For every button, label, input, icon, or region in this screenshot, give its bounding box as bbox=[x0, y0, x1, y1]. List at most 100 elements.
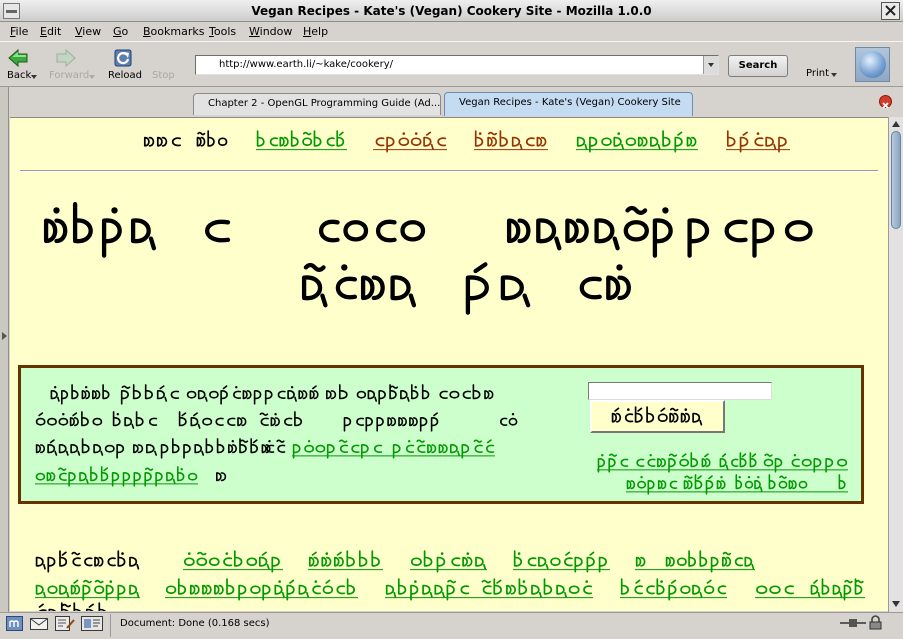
status-text: Document: Done (0.168 secs) bbox=[120, 618, 270, 629]
panel-text bbox=[326, 384, 348, 400]
scroll-down-icon[interactable] bbox=[890, 597, 902, 610]
recipe-search-button-label bbox=[611, 406, 703, 426]
back-label: Back bbox=[7, 70, 32, 81]
stop-label: Stop bbox=[152, 70, 175, 81]
close-tab-icon[interactable] bbox=[879, 95, 892, 109]
category-link[interactable] bbox=[513, 549, 610, 573]
menu-file[interactable]: File bbox=[10, 25, 28, 38]
back-arrow-icon bbox=[8, 48, 28, 68]
page-heading-word bbox=[301, 262, 417, 308]
panel-text bbox=[259, 411, 303, 427]
recipe-search-button[interactable] bbox=[590, 400, 725, 433]
menu-tools[interactable]: Tools bbox=[209, 25, 236, 38]
nav-text bbox=[196, 130, 228, 147]
navigator-icon[interactable] bbox=[6, 616, 23, 631]
panel-link[interactable] bbox=[626, 473, 848, 495]
panel-text bbox=[186, 385, 319, 405]
category-link[interactable] bbox=[385, 577, 593, 601]
page-heading-word bbox=[205, 219, 231, 243]
page-heading-word bbox=[687, 218, 813, 258]
forward-dropdown-icon[interactable] bbox=[89, 75, 95, 79]
category-link[interactable] bbox=[635, 549, 755, 573]
page-heading-word bbox=[43, 202, 157, 258]
print-button[interactable]: Print bbox=[800, 44, 844, 84]
panel-text bbox=[160, 438, 271, 459]
composer-icon[interactable] bbox=[55, 616, 75, 631]
menu-bookmarks[interactable]: Bookmarks bbox=[143, 25, 204, 38]
print-label: Print bbox=[806, 68, 830, 79]
mail-icon[interactable] bbox=[30, 616, 48, 631]
nav-link[interactable] bbox=[726, 129, 790, 153]
menu-view[interactable]: View bbox=[75, 25, 101, 38]
sidebar-grippy[interactable] bbox=[0, 87, 9, 612]
panel-text bbox=[35, 438, 125, 459]
nav-link[interactable] bbox=[256, 129, 347, 153]
panel-text bbox=[266, 439, 286, 453]
panel-text bbox=[216, 472, 227, 482]
scrollbar-thumb[interactable] bbox=[891, 131, 901, 229]
scroll-up-icon[interactable] bbox=[890, 118, 902, 131]
page-heading-word bbox=[506, 205, 673, 258]
page-heading-word bbox=[319, 219, 426, 243]
horizontal-rule bbox=[20, 170, 878, 172]
sidebar-toggle-icon bbox=[2, 332, 7, 340]
panel-link[interactable] bbox=[597, 451, 848, 473]
mozilla-throbber-icon[interactable] bbox=[855, 47, 890, 82]
search-button[interactable]: Search bbox=[728, 55, 788, 77]
tab-vegan-recipes[interactable]: Vegan Recipes - Kate's (Vegan) Cookery S… bbox=[444, 92, 693, 116]
nav-link[interactable] bbox=[373, 129, 447, 153]
menu-edit[interactable]: Edit bbox=[40, 25, 61, 38]
category-link[interactable] bbox=[308, 549, 383, 573]
page-heading-word bbox=[579, 264, 631, 301]
panel-text bbox=[343, 412, 439, 432]
url-history-dropdown[interactable] bbox=[703, 56, 718, 74]
menu-help[interactable]: Help bbox=[303, 25, 328, 38]
forward-arrow-icon bbox=[56, 48, 76, 68]
menu-go[interactable]: Go bbox=[113, 25, 128, 38]
menu-bar: File Edit View Go Bookmarks Tools Window… bbox=[0, 22, 903, 41]
panel-text bbox=[112, 411, 158, 429]
menu-window[interactable]: Window bbox=[249, 25, 292, 38]
panel-text bbox=[178, 411, 247, 429]
tab-bar: Chapter 2 - OpenGL Programming Guide (Ad… bbox=[9, 87, 903, 117]
category-link[interactable] bbox=[410, 549, 487, 573]
window-title: Vegan Recipes - Kate's (Vegan) Cookery S… bbox=[251, 4, 652, 18]
print-dropdown-icon[interactable] bbox=[831, 73, 837, 77]
category-link[interactable] bbox=[620, 577, 727, 601]
category-link[interactable] bbox=[183, 549, 283, 573]
reload-button[interactable]: Reload bbox=[104, 45, 144, 85]
url-bar[interactable]: http://www.earth.li/~kake/cookery/ bbox=[195, 55, 719, 75]
stop-button[interactable]: Stop bbox=[148, 45, 180, 85]
tab-opengl-guide[interactable]: Chapter 2 - OpenGL Programming Guide (Ad… bbox=[193, 93, 441, 115]
close-window-icon[interactable] bbox=[881, 2, 900, 20]
page-heading-word bbox=[465, 262, 531, 315]
window-menu-icon[interactable] bbox=[3, 3, 20, 19]
category-link[interactable] bbox=[755, 577, 865, 601]
forward-button[interactable]: Forward bbox=[46, 45, 98, 85]
reload-label: Reload bbox=[108, 70, 143, 81]
security-lock-icon[interactable] bbox=[869, 615, 882, 630]
page-content bbox=[10, 117, 888, 611]
panel-text bbox=[356, 384, 430, 405]
back-dropdown-icon[interactable] bbox=[31, 75, 37, 79]
online-connection-icon[interactable] bbox=[840, 617, 866, 629]
panel-text bbox=[439, 384, 494, 400]
panel-link[interactable] bbox=[292, 437, 495, 459]
address-book-icon[interactable] bbox=[81, 616, 103, 631]
nav-link[interactable] bbox=[474, 129, 548, 153]
category-link[interactable] bbox=[35, 577, 140, 601]
reload-icon bbox=[114, 49, 132, 67]
status-separator bbox=[110, 614, 111, 637]
panel-link[interactable] bbox=[35, 465, 198, 487]
panel-text bbox=[500, 413, 518, 426]
nav-text bbox=[143, 136, 182, 147]
recipe-search-input[interactable] bbox=[588, 382, 772, 400]
url-text[interactable]: http://www.earth.li/~kake/cookery/ bbox=[219, 59, 393, 71]
panel-text bbox=[133, 444, 157, 456]
back-button[interactable]: Back bbox=[3, 45, 41, 85]
chevron-down-icon bbox=[708, 63, 714, 67]
category-link[interactable] bbox=[165, 577, 358, 601]
nav-link[interactable] bbox=[576, 129, 698, 153]
vertical-scrollbar[interactable] bbox=[888, 117, 903, 612]
forward-label: Forward bbox=[49, 70, 90, 81]
